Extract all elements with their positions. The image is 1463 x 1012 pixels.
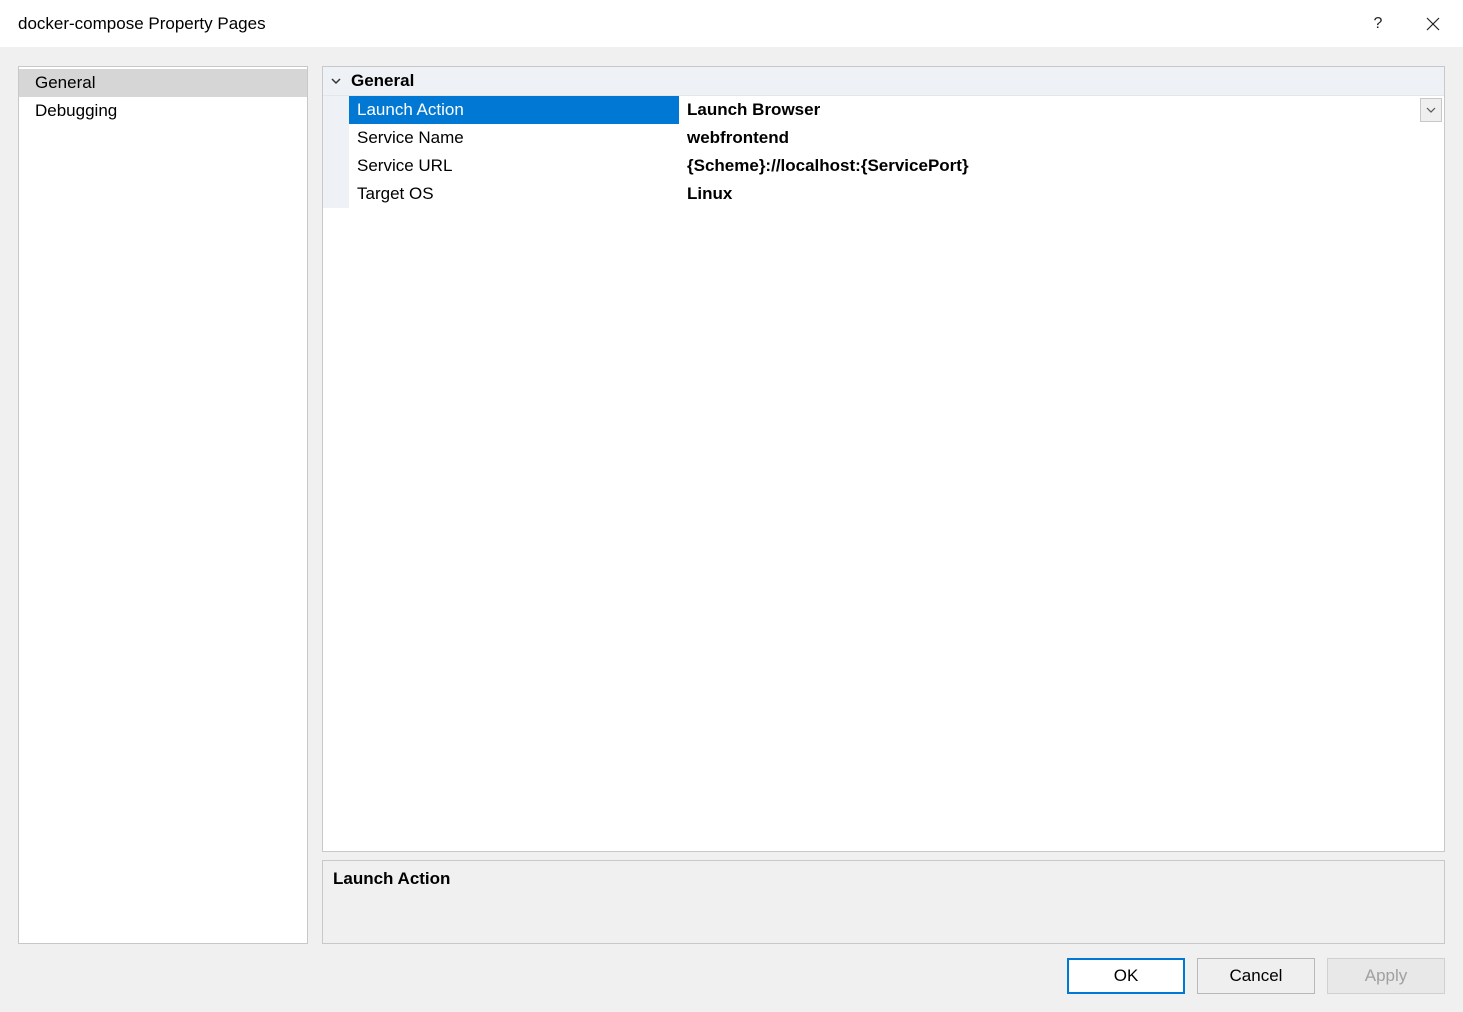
row-gutter [323,124,349,152]
property-label: Service Name [349,124,679,152]
apply-button: Apply [1327,958,1445,994]
category-label: General [351,71,414,91]
sidebar-item-debugging[interactable]: Debugging [19,97,307,125]
property-row-launch-action[interactable]: Launch Action Launch Browser [323,96,1444,124]
property-value[interactable]: Linux [679,180,1444,208]
description-title: Launch Action [333,869,1434,889]
property-row-service-url[interactable]: Service URL {Scheme}://localhost:{Servic… [323,152,1444,180]
sidebar-item-general[interactable]: General [19,69,307,97]
row-gutter [323,96,349,124]
help-button[interactable]: ? [1353,0,1403,47]
property-row-service-name[interactable]: Service Name webfrontend [323,124,1444,152]
property-row-target-os[interactable]: Target OS Linux [323,180,1444,208]
property-label: Launch Action [349,96,679,124]
category-header[interactable]: General [323,67,1444,96]
close-icon [1426,17,1440,31]
row-gutter [323,180,349,208]
titlebar: docker-compose Property Pages ? [0,0,1463,48]
right-pane: General Launch Action Launch Browser Ser… [322,66,1445,944]
window-title: docker-compose Property Pages [18,14,1353,34]
button-row: OK Cancel Apply [18,944,1445,994]
row-gutter [323,152,349,180]
property-value[interactable]: {Scheme}://localhost:{ServicePort} [679,152,1444,180]
chevron-down-icon [1426,105,1436,115]
property-grid: General Launch Action Launch Browser Ser… [322,66,1445,852]
property-label: Target OS [349,180,679,208]
chevron-down-icon [329,75,343,87]
cancel-button[interactable]: Cancel [1197,958,1315,994]
ok-button[interactable]: OK [1067,958,1185,994]
sidebar-item-label: Debugging [35,101,117,120]
property-value[interactable]: Launch Browser [679,96,1420,124]
description-pane: Launch Action [322,860,1445,944]
close-button[interactable] [1403,0,1463,47]
property-value[interactable]: webfrontend [679,124,1444,152]
property-label: Service URL [349,152,679,180]
sidebar: General Debugging [18,66,308,944]
dropdown-button[interactable] [1420,98,1442,122]
sidebar-item-label: General [35,73,95,92]
titlebar-controls: ? [1353,0,1463,47]
panels: General Debugging General Launch Action … [18,66,1445,944]
window-body: General Debugging General Launch Action … [0,48,1463,1012]
